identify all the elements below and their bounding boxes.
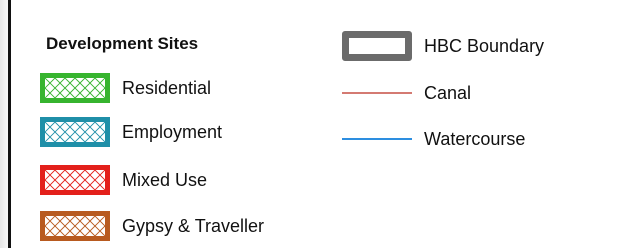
legend-label-hbc-boundary: HBC Boundary	[424, 35, 545, 56]
hatched-residential-swatch	[40, 73, 110, 103]
legend-heading: Development Sites	[46, 34, 199, 53]
legend-label-mixed-use: Mixed Use	[122, 169, 208, 190]
hatch-pattern	[45, 170, 105, 190]
hatch-pattern	[45, 78, 105, 98]
legend-item-watercourse: Watercourse	[342, 121, 525, 157]
hatched-employment-swatch	[40, 117, 110, 147]
legend-item-canal: Canal	[342, 75, 471, 111]
legend-label-gypsy-traveller: Gypsy & Traveller	[122, 215, 265, 236]
hatched-gypsy-traveller-swatch	[40, 211, 110, 241]
legend-label-watercourse: Watercourse	[424, 128, 526, 149]
legend-label-employment: Employment	[122, 121, 223, 142]
hatch-pattern	[45, 122, 105, 142]
legend-frame-border	[8, 0, 11, 248]
hatch-pattern	[45, 216, 105, 236]
legend-label-residential: Residential	[122, 77, 212, 98]
map-background-edge	[0, 0, 8, 248]
legend-item-residential: Residential	[40, 70, 211, 106]
legend-item-employment: Employment	[40, 114, 222, 150]
legend-item-mixed-use: Mixed Use	[40, 162, 207, 198]
legend-item-gypsy-traveller: Gypsy & Traveller	[40, 208, 264, 244]
watercourse-line-symbol	[342, 138, 412, 140]
canal-line-symbol	[342, 92, 412, 94]
hatched-mixed-use-swatch	[40, 165, 110, 195]
legend-label-canal: Canal	[424, 82, 472, 103]
boundary-outline-symbol	[342, 31, 412, 61]
legend-item-hbc-boundary: HBC Boundary	[342, 28, 544, 64]
